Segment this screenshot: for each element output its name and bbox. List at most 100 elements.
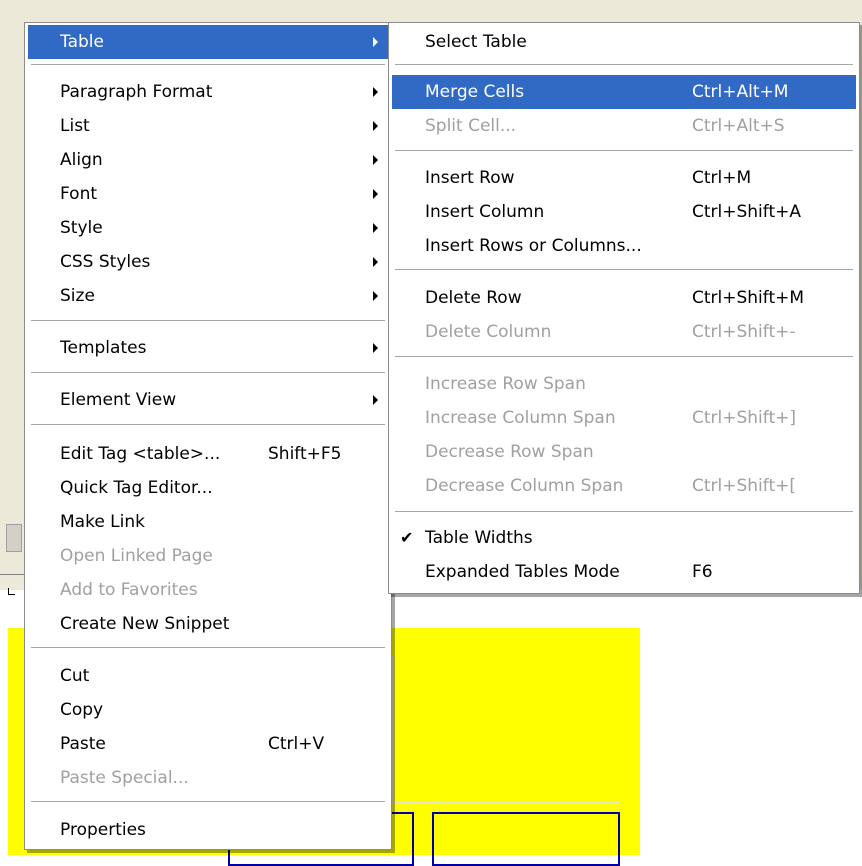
menu-item-label: List	[60, 116, 90, 136]
menu-item-shortcut: Ctrl+Shift+A	[692, 202, 802, 222]
menu-item-shortcut: Ctrl+Alt+M	[692, 82, 789, 102]
menu-item-label: Add to Favorites	[60, 580, 198, 600]
menu-item-open-linked-page: Open Linked Page	[28, 539, 388, 573]
menu-item-quick-tag-editor[interactable]: Quick Tag Editor...	[28, 471, 388, 505]
menu-item-insert-column[interactable]: Insert Column Ctrl+Shift+A	[392, 195, 856, 229]
menu-item-label: Align	[60, 150, 103, 170]
menu-item-shortcut: Ctrl+M	[692, 168, 752, 188]
menu-item-label: Increase Row Span	[425, 374, 586, 394]
menu-item-label: Split Cell...	[425, 116, 517, 136]
submenu-arrow-icon	[373, 155, 378, 165]
submenu-arrow-icon	[373, 291, 378, 301]
menu-item-label: Open Linked Page	[60, 546, 213, 566]
menu-item-label: Delete Column	[425, 322, 552, 342]
menu-item-select-table[interactable]: Select Table	[392, 25, 856, 59]
menu-item-increase-row-span: Increase Row Span	[392, 367, 856, 401]
menu-item-shortcut: Ctrl+V	[268, 734, 325, 754]
menu-item-increase-column-span: Increase Column Span Ctrl+Shift+]	[392, 401, 856, 435]
menu-item-cut[interactable]: Cut	[28, 659, 388, 693]
table-cell[interactable]	[432, 812, 620, 866]
menu-separator	[31, 424, 385, 426]
menu-item-label: CSS Styles	[60, 252, 151, 272]
menu-item-label: Paragraph Format	[60, 82, 213, 102]
menu-item-label: Element View	[60, 390, 177, 410]
menu-item-label: Paste Special...	[60, 768, 189, 788]
menu-item-shortcut: Ctrl+Shift+[	[692, 476, 797, 496]
context-menu: Table Paragraph Format List Align Font S…	[24, 22, 392, 850]
menu-item-shortcut: Ctrl+Shift+-	[692, 322, 796, 342]
submenu-arrow-icon	[373, 121, 378, 131]
menu-item-label: Insert Rows or Columns...	[425, 236, 642, 256]
corner-mark	[8, 588, 15, 595]
menu-item-label: Create New Snippet	[60, 614, 230, 634]
menu-item-label: Paste	[60, 734, 106, 754]
menu-item-label: Font	[60, 184, 98, 204]
menu-item-shortcut: Ctrl+Shift+M	[692, 288, 805, 308]
menu-item-table[interactable]: Table	[28, 25, 388, 59]
menu-item-label: Decrease Column Span	[425, 476, 624, 496]
menu-item-shortcut: Shift+F5	[268, 444, 342, 464]
menu-separator	[31, 647, 385, 649]
menu-item-decrease-column-span: Decrease Column Span Ctrl+Shift+[	[392, 469, 856, 503]
menu-item-properties[interactable]: Properties	[28, 813, 388, 847]
submenu-arrow-icon	[373, 87, 378, 97]
menu-item-shortcut: Ctrl+Alt+S	[692, 116, 785, 136]
menu-item-delete-row[interactable]: Delete Row Ctrl+Shift+M	[392, 281, 856, 315]
menu-item-label: Table	[60, 32, 104, 52]
menu-item-label: Decrease Row Span	[425, 442, 594, 462]
menu-item-merge-cells[interactable]: Merge Cells Ctrl+Alt+M	[392, 75, 856, 109]
menu-item-element-view[interactable]: Element View	[28, 383, 388, 417]
menu-item-templates[interactable]: Templates	[28, 331, 388, 365]
menu-item-label: Copy	[60, 700, 104, 720]
menu-item-label: Merge Cells	[425, 82, 525, 102]
submenu-arrow-icon	[373, 37, 378, 47]
menu-item-create-new-snippet[interactable]: Create New Snippet	[28, 607, 388, 641]
menu-item-shortcut: Ctrl+Shift+]	[692, 408, 797, 428]
menu-separator	[395, 64, 853, 66]
submenu-arrow-icon	[373, 257, 378, 267]
menu-separator	[395, 150, 853, 152]
menu-separator	[395, 356, 853, 358]
menu-item-expanded-tables-mode[interactable]: Expanded Tables Mode F6	[392, 555, 856, 589]
menu-item-insert-rows-or-columns[interactable]: Insert Rows or Columns...	[392, 229, 856, 263]
menu-item-label: Make Link	[60, 512, 145, 532]
menu-item-label: Cut	[60, 666, 90, 686]
menu-item-paste[interactable]: Paste Ctrl+V	[28, 727, 388, 761]
menu-item-decrease-row-span: Decrease Row Span	[392, 435, 856, 469]
menu-item-split-cell: Split Cell... Ctrl+Alt+S	[392, 109, 856, 143]
panel-scroll-tab[interactable]	[6, 524, 22, 552]
menu-separator	[395, 511, 853, 513]
menu-item-size[interactable]: Size	[28, 279, 388, 313]
menu-item-delete-column: Delete Column Ctrl+Shift+-	[392, 315, 856, 349]
menu-item-paste-special: Paste Special...	[28, 761, 388, 795]
menu-item-make-link[interactable]: Make Link	[28, 505, 388, 539]
submenu-arrow-icon	[373, 395, 378, 405]
menu-item-label: Properties	[60, 820, 146, 840]
table-cell-outline[interactable]	[392, 655, 620, 803]
menu-item-table-widths[interactable]: ✔ Table Widths	[392, 521, 856, 555]
menu-item-align[interactable]: Align	[28, 143, 388, 177]
menu-separator	[31, 320, 385, 322]
menu-separator	[31, 64, 385, 66]
menu-separator	[31, 801, 385, 803]
menu-item-css-styles[interactable]: CSS Styles	[28, 245, 388, 279]
menu-item-paragraph-format[interactable]: Paragraph Format	[28, 75, 388, 109]
menu-item-font[interactable]: Font	[28, 177, 388, 211]
menu-item-edit-tag[interactable]: Edit Tag <table>... Shift+F5	[28, 437, 388, 471]
menu-item-label: Increase Column Span	[425, 408, 616, 428]
submenu-arrow-icon	[373, 189, 378, 199]
menu-separator	[31, 372, 385, 374]
menu-item-label: Style	[60, 218, 103, 238]
menu-item-label: Quick Tag Editor...	[60, 478, 213, 498]
menu-item-label: Size	[60, 286, 95, 306]
menu-item-insert-row[interactable]: Insert Row Ctrl+M	[392, 161, 856, 195]
menu-item-copy[interactable]: Copy	[28, 693, 388, 727]
menu-item-label: Expanded Tables Mode	[425, 562, 620, 582]
menu-item-list[interactable]: List	[28, 109, 388, 143]
menu-item-label: Insert Row	[425, 168, 515, 188]
menu-item-label: Edit Tag <table>...	[60, 444, 221, 464]
menu-item-style[interactable]: Style	[28, 211, 388, 245]
menu-item-label: Delete Row	[425, 288, 522, 308]
menu-item-add-to-favorites: Add to Favorites	[28, 573, 388, 607]
menu-separator	[395, 269, 853, 271]
